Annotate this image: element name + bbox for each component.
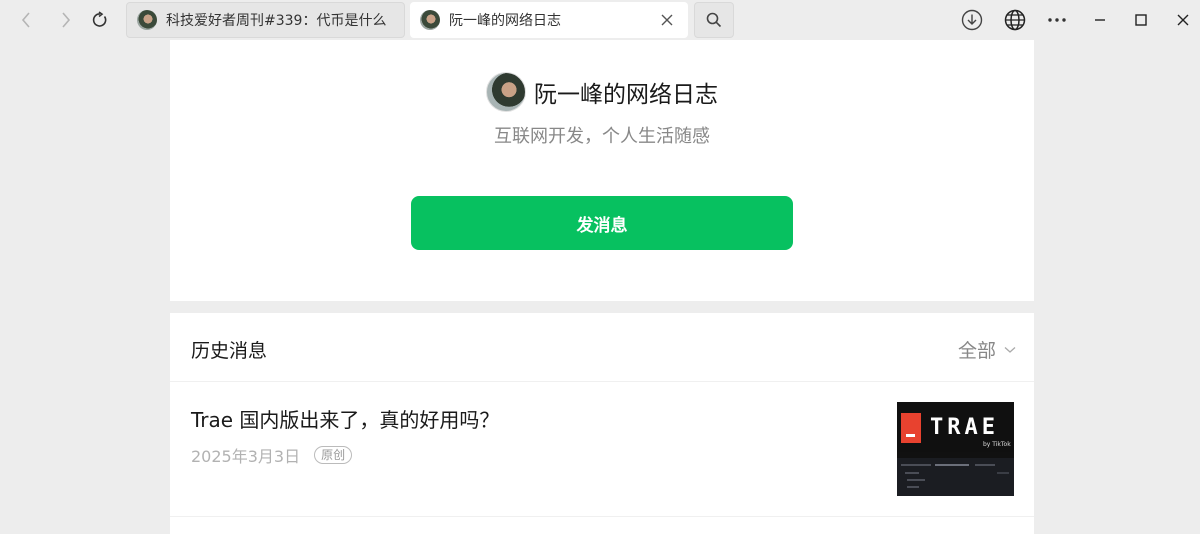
close-tab-button[interactable] [658,11,676,29]
back-button[interactable] [14,8,38,32]
browser-toolbar: 科技爱好者周刊#339：代币是什么 阮一峰的网络日志 [0,0,1200,40]
search-button[interactable] [694,2,734,38]
avatar [486,72,526,112]
download-button[interactable] [960,8,984,32]
account-name: 阮一峰的网络日志 [534,82,718,108]
tab-label: 科技爱好者周刊#339：代币是什么 [166,13,387,29]
history-filter-dropdown[interactable]: 全部 [958,336,1016,363]
thumbnail-banner: TRAE by TikTok [897,402,1014,452]
tab-article[interactable]: 科技爱好者周刊#339：代币是什么 [126,2,405,38]
close-window-button[interactable] [1171,8,1195,32]
search-icon [706,12,722,28]
language-button[interactable] [1003,8,1027,32]
filter-label: 全部 [957,340,996,362]
history-section: 历史消息 全部 Trae 国内版出来了，真的好用吗？ 2025年3月3日 原创 … [170,313,1034,534]
tab-account[interactable]: 阮一峰的网络日志 [410,2,688,38]
chevron-right-icon [62,12,71,28]
avatar-icon [137,10,157,30]
chevron-left-icon [21,12,30,28]
more-icon [1048,18,1066,22]
refresh-icon [92,11,107,27]
list-item[interactable]: Trae 国内版出来了，真的好用吗？ 2025年3月3日 原创 TRAE by … [170,382,1034,517]
trae-logo-icon [901,413,921,443]
download-icon [961,9,983,31]
forward-button[interactable] [54,8,78,32]
maximize-button[interactable] [1129,8,1153,32]
article-title[interactable]: Trae 国内版出来了，真的好用吗？ [191,404,499,433]
globe-icon [1004,9,1026,31]
close-icon [661,14,673,26]
maximize-icon [1135,14,1147,26]
minimize-button[interactable] [1088,8,1112,32]
original-badge: 原创 [314,446,353,464]
history-title: 历史消息 [191,340,268,362]
chevron-down-icon [1004,346,1016,353]
minimize-icon [1095,19,1105,21]
thumbnail-sub: by TikTok [983,441,1011,448]
send-message-button[interactable]: 发消息 [411,196,793,250]
thumbnail-logo: TRAE [930,415,999,440]
more-button[interactable] [1045,8,1069,32]
close-icon [1177,14,1189,26]
article-thumbnail[interactable]: TRAE by TikTok [897,402,1014,496]
thumbnail-screenshot [897,458,1014,496]
article-date: 2025年3月3日 [191,447,301,466]
account-description: 互联网开发，个人生活随感 [494,126,710,147]
avatar-icon [420,10,440,30]
refresh-button[interactable] [88,8,112,32]
article-meta: 2025年3月3日 原创 [191,443,353,467]
profile-card: 阮一峰的网络日志 互联网开发，个人生活随感 发消息 [170,40,1034,301]
account-header: 阮一峰的网络日志 [170,72,1034,112]
history-header: 历史消息 全部 [170,313,1034,382]
tab-label: 阮一峰的网络日志 [449,13,561,29]
